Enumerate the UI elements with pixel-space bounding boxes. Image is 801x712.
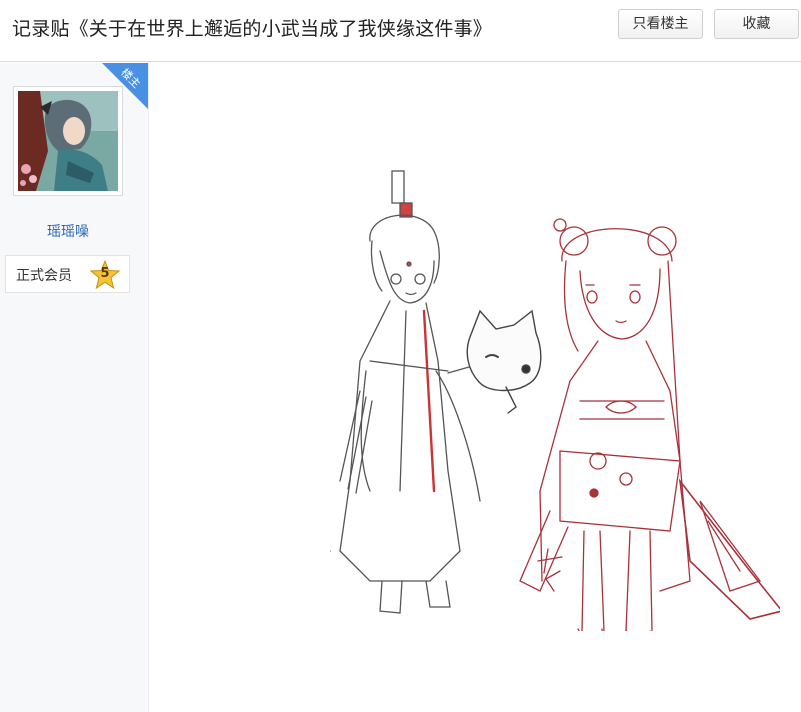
username-link[interactable]: 瑶瑶噪	[0, 221, 136, 241]
thread-title: 记录贴《关于在世界上邂逅的小武当成了我侠缘这件事》	[12, 18, 493, 40]
member-level-label: 正式会员	[16, 268, 72, 284]
collect-button[interactable]: 收藏	[714, 9, 799, 39]
sketch-illustration	[330, 170, 780, 631]
level-star-icon: 5	[90, 260, 120, 290]
avatar[interactable]	[13, 86, 123, 196]
only-view-op-button[interactable]: 只看楼主	[618, 9, 703, 39]
post-content	[150, 63, 801, 712]
member-badge: 正式会员 5	[5, 255, 130, 293]
level-number: 5	[100, 266, 110, 281]
thread-header: 记录贴《关于在世界上邂逅的小武当成了我侠缘这件事》 只看楼主 收藏	[0, 0, 801, 62]
author-sidebar: 楼主 瑶瑶噪 正式会员 5	[0, 63, 149, 712]
